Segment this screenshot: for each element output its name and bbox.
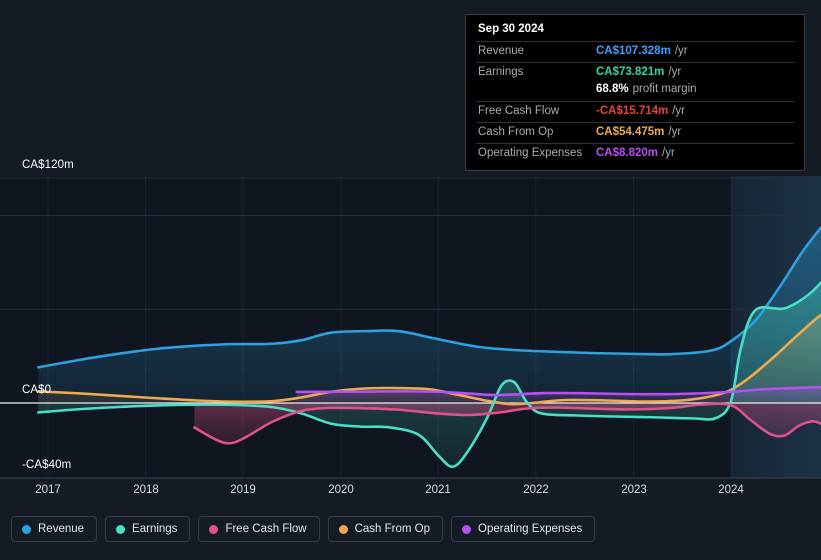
legend-item-label: Earnings — [132, 523, 178, 535]
legend-color-dot-icon — [22, 524, 31, 534]
tooltip-row-value: CA$73.821m — [596, 66, 665, 78]
tooltip-row-label: Free Cash Flow — [478, 105, 560, 117]
y-axis-label-top: CA$120m — [22, 159, 74, 171]
x-axis-label-2017: 2017 — [35, 484, 61, 496]
tooltip-row-unit: /yr — [668, 126, 682, 138]
tooltip-row-value: CA$54.475m — [596, 126, 665, 138]
y-axis-label-bottom: -CA$40m — [22, 459, 72, 471]
legend-item-label: Free Cash Flow — [225, 523, 307, 535]
x-axis-label-2022: 2022 — [523, 484, 549, 496]
legend-color-dot-icon — [116, 524, 126, 534]
tooltip-row-label: Revenue — [478, 45, 525, 57]
tooltip-row-free-cash-flow: Free Cash Flow -CA$15.714m/yr — [476, 101, 794, 122]
x-axis-label-2020: 2020 — [328, 484, 354, 496]
tooltip-row-unit: /yr — [668, 66, 682, 78]
tooltip-row-value: -CA$15.714m — [596, 105, 669, 117]
tooltip-row-label: Cash From Op — [478, 126, 554, 138]
legend-item-label: Operating Expenses — [478, 523, 583, 535]
tooltip-date: Sep 30 2024 — [478, 23, 544, 35]
tooltip-row-value: CA$107.328m — [596, 45, 671, 57]
tooltip-row-earnings: Earnings CA$73.821m/yr — [476, 62, 794, 83]
legend-color-dot-icon — [338, 524, 348, 534]
legend-color-dot-icon — [209, 524, 219, 534]
legend-color-dot-icon — [462, 524, 472, 534]
tooltip-row-unit: profit margin — [632, 83, 697, 95]
legend-item-free-cash-flow[interactable]: Free Cash Flow — [198, 516, 320, 542]
x-axis-label-2019: 2019 — [230, 484, 256, 496]
tooltip-row-label: Earnings — [478, 66, 524, 78]
data-tooltip: Sep 30 2024 Revenue CA$107.328m/yr Earning… — [465, 14, 805, 171]
x-axis-label-2021: 2021 — [425, 484, 451, 496]
tooltip-row-value: CA$8.820m — [596, 147, 659, 159]
tooltip-row-unit: /yr — [674, 45, 688, 57]
legend-item-label: Revenue — [38, 523, 85, 535]
legend-item-label: Cash From Op — [354, 523, 431, 535]
chart-legend: Revenue Earnings Free Cash Flow Cash From O… — [11, 516, 596, 542]
x-axis-label-2023: 2023 — [621, 484, 647, 496]
legend-item-revenue[interactable]: Revenue — [11, 516, 98, 542]
x-axis-label-2024: 2024 — [718, 484, 744, 496]
tooltip-rows: Revenue CA$107.328m/yr Earnings CA$73.821m /… — [476, 41, 794, 164]
financial-chart: CA$120m CA$0 -CA$40m 2017 2018 2019 2020 202… — [0, 0, 821, 560]
tooltip-row-unit: /yr — [662, 147, 675, 159]
x-axis-label-2018: 2018 — [133, 484, 159, 496]
tooltip-row-operating-expenses: Operating Expenses CA$8.820m/yr — [476, 143, 794, 164]
tooltip-row-label: Operating Expenses — [478, 147, 583, 159]
tooltip-row-cash-from-op: Cash From Op CA$54.475m/yr — [476, 122, 794, 143]
legend-item-cash-from-op[interactable]: Cash From Op — [327, 516, 444, 542]
tooltip-row-unit: /yr — [672, 105, 686, 117]
tooltip-row-revenue: Revenue CA$107.328m/yr — [476, 41, 794, 62]
tooltip-row-profit-margin: 68.8% profit margin — [476, 83, 794, 101]
y-axis-label-zero: CA$0 — [22, 384, 52, 396]
tooltip-row-value: 68.8% — [596, 83, 629, 95]
legend-item-operating-expenses[interactable]: Operating Expenses — [451, 516, 596, 542]
legend-item-earnings[interactable]: Earnings — [105, 516, 191, 542]
